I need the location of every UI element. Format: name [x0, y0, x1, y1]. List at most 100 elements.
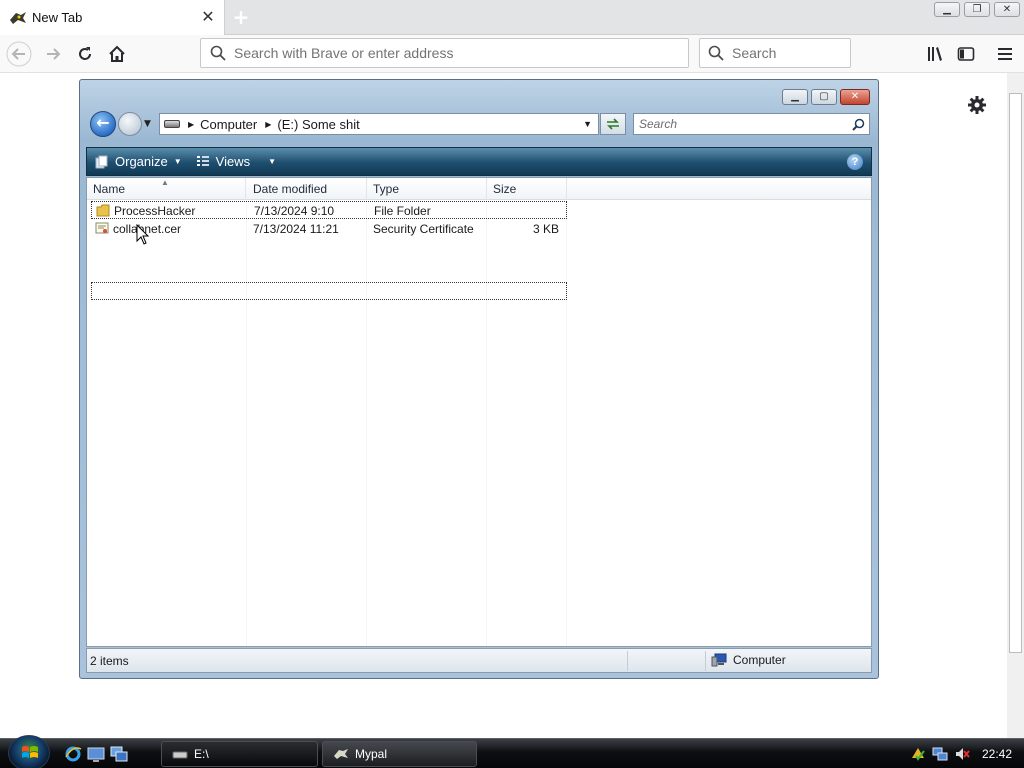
page-content: ▁ ▢ ✕ ← ▼ ▶ Computer ▶ (E:) Some shit ▼ … — [0, 73, 1024, 738]
url-placeholder: Search with Brave or enter address — [234, 45, 454, 61]
network-icon[interactable] — [932, 746, 948, 762]
home-button[interactable] — [104, 41, 130, 67]
tab-close-icon[interactable]: ✕ — [200, 9, 216, 25]
start-button[interactable] — [8, 735, 50, 768]
explorer-status-bar: 2 items Computer — [86, 648, 872, 673]
column-divider — [246, 200, 247, 646]
file-row[interactable]: collabnet.cer 7/13/2024 11:21 Security C… — [91, 220, 567, 238]
library-icon — [928, 47, 942, 61]
navigation-bar: Search with Brave or enter address Searc… — [0, 35, 1024, 73]
status-location-label: Computer — [733, 653, 786, 667]
column-header-name[interactable]: Name ▲ — [87, 178, 246, 200]
file-name[interactable]: ProcessHacker — [114, 202, 195, 220]
drive-icon — [164, 120, 180, 128]
taskbar-button-explorer[interactable]: E:\ — [161, 741, 318, 767]
organize-button[interactable]: Organize ▼ — [95, 148, 182, 175]
back-arrow-icon — [6, 41, 32, 67]
recent-pages-dropdown-icon[interactable]: ▼ — [144, 119, 151, 129]
menu-button[interactable] — [992, 41, 1018, 67]
volume-muted-icon[interactable] — [954, 746, 970, 762]
explorer-command-bar: Organize ▼ Views ▼ ? — [86, 147, 872, 176]
scrollbar-thumb[interactable] — [1009, 93, 1022, 653]
file-row[interactable]: ProcessHacker 7/13/2024 9:10 File Folder — [91, 201, 567, 219]
file-date: 7/13/2024 9:10 — [254, 204, 335, 218]
search-input[interactable]: Search — [699, 38, 851, 68]
sidebar-button[interactable] — [953, 41, 979, 67]
home-icon — [109, 45, 125, 62]
window-restore-button[interactable]: ❐ — [964, 2, 990, 17]
breadcrumb-computer[interactable]: Computer — [200, 117, 257, 132]
folder-icon — [96, 204, 110, 217]
explorer-forward-button[interactable] — [118, 112, 142, 136]
taskbar-button-label: Mypal — [355, 747, 388, 761]
help-icon[interactable]: ? — [847, 154, 863, 170]
switch-windows-icon[interactable] — [110, 745, 128, 763]
gear-icon[interactable] — [966, 94, 988, 116]
window-close-button[interactable]: ✕ — [994, 2, 1020, 17]
status-divider — [705, 651, 706, 671]
explorer-back-button[interactable]: ← — [90, 111, 116, 137]
search-icon — [210, 45, 226, 61]
mypal-icon — [334, 749, 348, 759]
reload-icon — [79, 47, 91, 60]
computer-icon — [711, 653, 727, 667]
file-row-processhacker[interactable] — [91, 282, 567, 300]
views-button[interactable]: Views ▼ — [196, 148, 276, 175]
file-size: 3 KB — [532, 222, 559, 236]
column-date-label: Date modified — [253, 182, 328, 196]
explorer-search-input[interactable]: Search — [633, 113, 870, 135]
explorer-maximize-button[interactable]: ▢ — [811, 89, 837, 105]
column-size-label: Size — [493, 182, 517, 196]
search-placeholder: Search — [732, 45, 777, 61]
taskbar-button-mypal[interactable]: Mypal — [322, 741, 477, 767]
url-input[interactable]: Search with Brave or enter address — [200, 38, 689, 68]
column-header-type[interactable]: Type — [367, 178, 487, 200]
breadcrumb-arrow-icon: ▶ — [188, 119, 195, 129]
address-dropdown-icon[interactable]: ▼ — [583, 119, 592, 129]
drive-icon — [172, 751, 188, 759]
explorer-address-bar[interactable]: ▶ Computer ▶ (E:) Some shit ▼ — [159, 113, 599, 135]
search-icon — [708, 45, 724, 61]
column-name-label: Name — [93, 182, 126, 196]
mypal-favicon-icon — [10, 11, 26, 24]
explorer-minimize-button[interactable]: ▁ — [782, 89, 808, 105]
column-header-date[interactable]: Date modified — [247, 178, 367, 200]
tab-new-tab[interactable]: New Tab ✕ — [0, 0, 225, 35]
show-desktop-icon[interactable] — [87, 745, 105, 763]
explorer-refresh-button[interactable] — [600, 113, 626, 135]
sort-ascending-icon: ▲ — [161, 178, 169, 187]
item-count: 2 items — [90, 654, 129, 668]
column-divider — [366, 200, 367, 646]
back-button[interactable] — [6, 41, 32, 67]
search-icon — [852, 118, 865, 131]
windows-logo-icon — [22, 746, 38, 758]
taskbar: E:\ Mypal 22:42 — [0, 735, 1024, 768]
library-button[interactable] — [922, 41, 948, 67]
explorer-window: ▁ ▢ ✕ ← ▼ ▶ Computer ▶ (E:) Some shit ▼ … — [79, 79, 879, 679]
system-clock[interactable]: 22:42 — [982, 747, 1012, 761]
tab-title: New Tab — [32, 10, 83, 25]
tab-bar: New Tab ✕ + ▁ ❐ ✕ — [0, 0, 1024, 35]
window-minimize-button[interactable]: ▁ — [934, 2, 960, 17]
internet-explorer-icon[interactable] — [64, 745, 82, 763]
page-scrollbar[interactable] — [1007, 73, 1024, 738]
forward-button[interactable] — [40, 41, 66, 67]
column-header-size[interactable]: Size — [487, 178, 567, 200]
new-tab-button[interactable]: + — [230, 6, 252, 28]
breadcrumb-drive-e[interactable]: (E:) Some shit — [277, 117, 359, 132]
hamburger-menu-icon — [998, 48, 1012, 60]
status-divider — [627, 651, 628, 671]
file-list: Name ▲ Date modified Type Size — [86, 177, 872, 647]
mouse-pointer-icon — [136, 224, 150, 245]
column-type-label: Type — [373, 182, 400, 196]
reload-button[interactable] — [72, 41, 98, 67]
views-label: Views — [215, 154, 251, 169]
file-type: Security Certificate — [373, 222, 474, 236]
file-type: File Folder — [374, 204, 431, 218]
organize-label: Organize — [115, 154, 168, 169]
certificate-icon — [95, 222, 109, 234]
explorer-close-button[interactable]: ✕ — [840, 89, 870, 105]
security-center-icon[interactable] — [910, 746, 926, 762]
explorer-search-placeholder: Search — [639, 117, 678, 131]
views-icon — [196, 155, 209, 166]
